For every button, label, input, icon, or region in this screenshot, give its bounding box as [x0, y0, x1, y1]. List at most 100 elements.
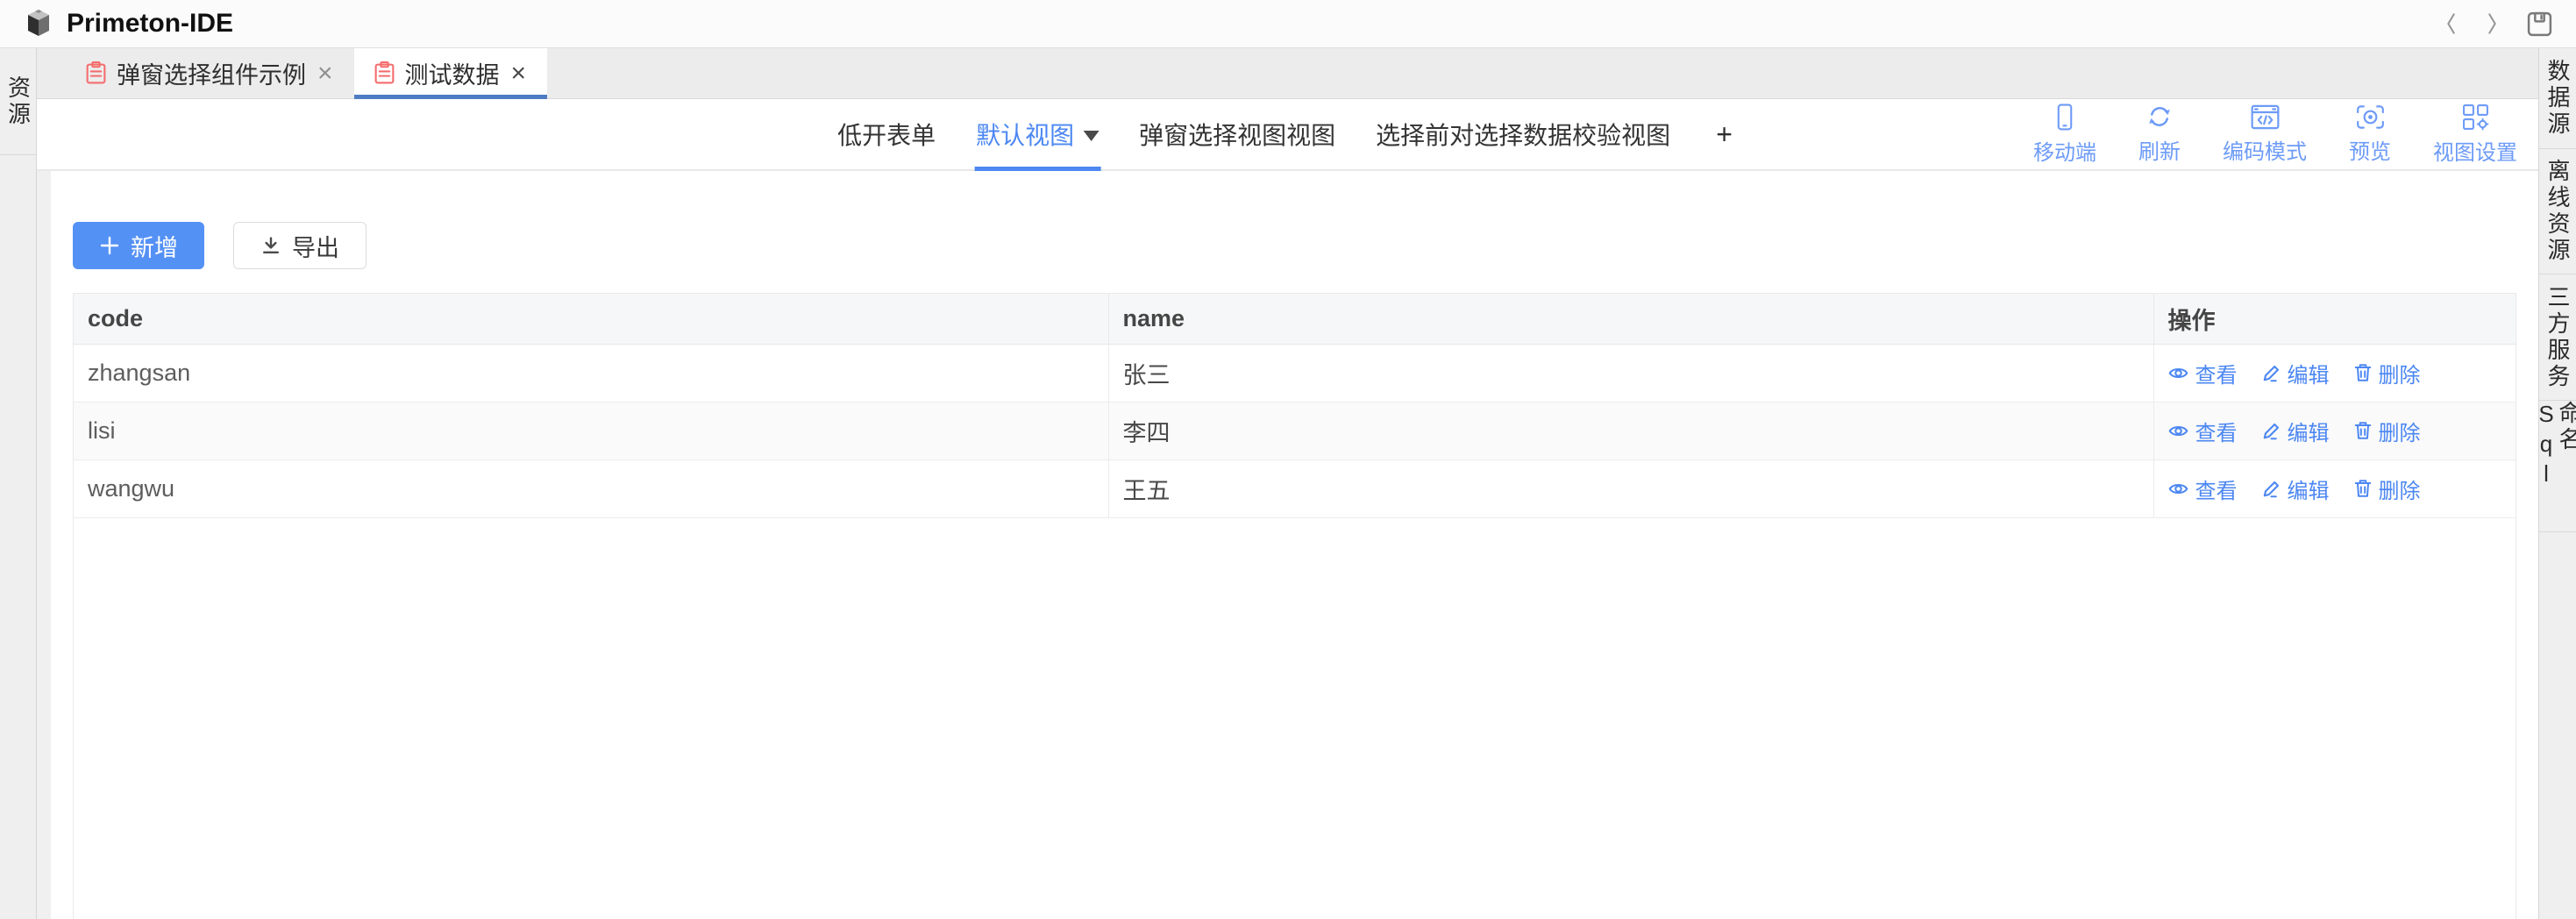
column-header-code: code	[74, 294, 1108, 344]
column-header-actions: 操作	[2153, 294, 2516, 344]
close-icon[interactable]: ×	[509, 61, 529, 87]
sidebar-item-datasource[interactable]: 数据源	[2539, 48, 2576, 149]
edit-row-button[interactable]: 编辑	[2262, 416, 2330, 446]
view-row-button[interactable]: 查看	[2168, 474, 2238, 504]
mobile-icon	[2056, 103, 2074, 131]
refresh-button[interactable]: 刷新	[2138, 103, 2181, 165]
nav-forward-button[interactable]	[2485, 11, 2500, 37]
topbar: Primeton-IDE	[0, 0, 2576, 48]
download-icon	[260, 235, 281, 256]
doc-tab-popup-component-example[interactable]: 弹窗选择组件示例 ×	[66, 48, 354, 98]
cell-actions: 查看 编辑 删除	[2153, 402, 2516, 460]
caret-down-icon[interactable]	[1083, 131, 1099, 141]
preview-icon	[2356, 104, 2385, 130]
sidebar-item-label: 离线资源	[2546, 159, 2569, 264]
edit-row-button[interactable]: 编辑	[2262, 358, 2330, 388]
form-doc-icon	[85, 61, 107, 85]
view-tabs: 低开表单 默认视图 弹窗选择视图视图 选择前对选择数据校验视图 +	[837, 99, 1738, 169]
app-logo-icon	[23, 8, 54, 39]
app-body: 资源 弹窗选择组件示例 ×	[0, 48, 2576, 919]
data-table: code name 操作 zhangsan 张三	[74, 294, 2516, 518]
view-link-label: 查看	[2195, 474, 2238, 504]
view-tab-label: 默认视图	[976, 117, 1074, 152]
add-button-label: 新增	[131, 229, 178, 263]
action-label: 预览	[2349, 134, 2391, 165]
action-label: 视图设置	[2433, 135, 2517, 166]
view-link-label: 查看	[2195, 358, 2238, 388]
add-button[interactable]: 新增	[73, 222, 204, 269]
form-doc-icon	[374, 61, 395, 85]
chevron-right-icon	[2485, 11, 2500, 37]
doc-tab-label: 弹窗选择组件示例	[117, 56, 306, 90]
delete-link-label: 删除	[2379, 474, 2421, 504]
left-sidebar: 资源	[0, 48, 37, 919]
view-tab-default-view[interactable]: 默认视图	[976, 99, 1099, 169]
view-tab-label: 选择前对选择数据校验视图	[1376, 117, 1670, 152]
sidebar-item-label: 命名Sql	[2535, 401, 2576, 531]
code-mode-icon	[2251, 104, 2280, 130]
view-panel: 新增 导出	[51, 171, 2538, 919]
view-toolbar: 低开表单 默认视图 弹窗选择视图视图 选择前对选择数据校验视图 +	[37, 99, 2538, 171]
sidebar-item-offline-resources[interactable]: 离线资源	[2539, 149, 2576, 274]
save-icon	[2526, 11, 2553, 38]
pencil-icon	[2262, 422, 2281, 440]
sidebar-item-third-party-services[interactable]: 三方服务	[2539, 274, 2576, 401]
view-link-label: 查看	[2195, 416, 2238, 446]
close-icon[interactable]: ×	[316, 61, 335, 87]
code-mode-button[interactable]: 编码模式	[2223, 104, 2307, 165]
main-area: 弹窗选择组件示例 × 测试数据 ×	[37, 48, 2538, 919]
view-tab-popup-select-view[interactable]: 弹窗选择视图视图	[1139, 99, 1335, 169]
view-actions: 移动端 刷新	[2033, 99, 2517, 169]
pencil-icon	[2262, 364, 2281, 382]
cell-name: 李四	[1108, 402, 2153, 460]
view-row-button[interactable]: 查看	[2168, 358, 2238, 388]
cell-actions: 查看 编辑 删除	[2153, 344, 2516, 402]
view-tab-lowcode-form[interactable]: 低开表单	[837, 99, 936, 169]
action-label: 编码模式	[2223, 134, 2307, 165]
chevron-left-icon	[2444, 11, 2459, 37]
trash-icon	[2354, 421, 2372, 440]
plus-icon: +	[1716, 118, 1733, 151]
doc-tab-test-data[interactable]: 测试数据 ×	[354, 48, 548, 98]
cell-code: wangwu	[74, 460, 1108, 517]
preview-button[interactable]: 预览	[2349, 104, 2391, 165]
app-title: Primeton-IDE	[67, 9, 233, 39]
edit-link-label: 编辑	[2288, 474, 2330, 504]
table-row: lisi 李四 查看	[74, 402, 2516, 460]
doc-tab-label: 测试数据	[405, 56, 500, 90]
cell-code: zhangsan	[74, 344, 1108, 402]
sidebar-item-label: 数据源	[2546, 59, 2569, 138]
save-button[interactable]	[2526, 11, 2553, 38]
action-label: 刷新	[2138, 134, 2181, 165]
sidebar-item-named-sql[interactable]: 命名Sql	[2539, 401, 2576, 532]
refresh-icon	[2146, 103, 2173, 130]
sidebar-item-resources[interactable]: 资源	[0, 48, 36, 155]
export-button-label: 导出	[292, 229, 339, 263]
pencil-icon	[2262, 480, 2281, 498]
table-header-row: code name 操作	[74, 294, 2516, 344]
view-tab-label: 低开表单	[837, 117, 936, 152]
view-settings-button[interactable]: 视图设置	[2433, 103, 2517, 166]
edit-row-button[interactable]: 编辑	[2262, 474, 2330, 504]
delete-link-label: 删除	[2379, 416, 2421, 446]
cell-code: lisi	[74, 402, 1108, 460]
nav-back-button[interactable]	[2444, 11, 2459, 37]
delete-row-button[interactable]: 删除	[2354, 474, 2421, 504]
view-tab-pre-select-validate-view[interactable]: 选择前对选择数据校验视图	[1376, 99, 1670, 169]
mobile-mode-button[interactable]: 移动端	[2033, 103, 2096, 166]
delete-row-button[interactable]: 删除	[2354, 358, 2421, 388]
brand: Primeton-IDE	[23, 8, 233, 39]
topbar-actions	[2444, 11, 2553, 38]
table-row: wangwu 王五 查看	[74, 460, 2516, 517]
delete-row-button[interactable]: 删除	[2354, 416, 2421, 446]
column-header-name: name	[1108, 294, 2153, 344]
view-row-button[interactable]: 查看	[2168, 416, 2238, 446]
content-area: 新增 导出	[37, 171, 2538, 919]
export-button[interactable]: 导出	[233, 222, 366, 269]
view-settings-icon	[2462, 103, 2489, 131]
document-tabbar: 弹窗选择组件示例 × 测试数据 ×	[37, 48, 2538, 99]
action-label: 移动端	[2033, 135, 2096, 166]
add-view-tab-button[interactable]: +	[1711, 99, 1738, 169]
eye-icon	[2168, 481, 2188, 496]
eye-icon	[2168, 366, 2188, 381]
